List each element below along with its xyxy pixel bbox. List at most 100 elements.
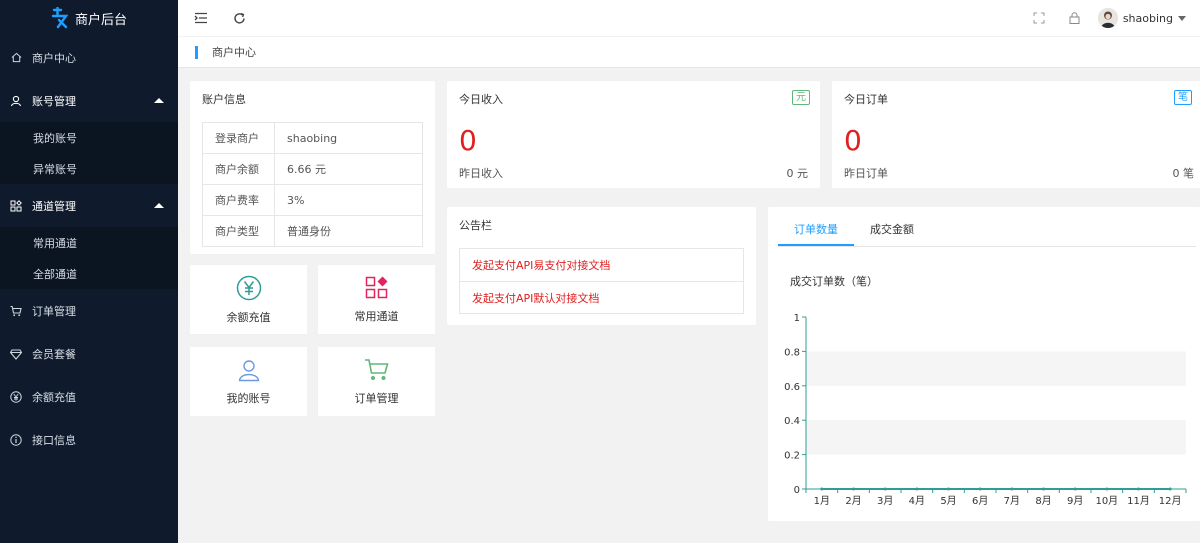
sidebar-item-recharge[interactable]: 余额充值 bbox=[0, 375, 178, 418]
diamond-icon bbox=[10, 348, 22, 360]
notice-list: 发起支付API易支付对接文档 发起支付API默认对接文档 bbox=[459, 248, 744, 314]
today-income-card: 今日收入 元 0 昨日收入 0 元 bbox=[447, 81, 820, 188]
row-value: 3% bbox=[274, 184, 423, 216]
home-icon bbox=[10, 52, 22, 64]
tile-label: 常用通道 bbox=[354, 309, 399, 323]
y-tick-label: 1 bbox=[794, 313, 800, 324]
tile-order-management[interactable]: 订单管理 bbox=[318, 347, 435, 416]
chevron-down-icon bbox=[1178, 15, 1186, 21]
account-info-title: 账户信息 bbox=[202, 93, 246, 106]
refresh-icon[interactable] bbox=[224, 3, 254, 33]
x-tick-label: 11月 bbox=[1127, 495, 1150, 507]
submenu-account: 我的账号 异常账号 bbox=[0, 122, 178, 184]
lock-icon[interactable] bbox=[1060, 3, 1090, 33]
income-unit-badge: 元 bbox=[792, 90, 810, 105]
info-icon bbox=[10, 433, 22, 446]
yen-icon bbox=[10, 390, 22, 403]
data-point bbox=[1042, 487, 1045, 491]
tile-recharge[interactable]: 余额充值 bbox=[190, 265, 307, 334]
row-value: 6.66 元 bbox=[274, 153, 423, 185]
sidebar-item-label: 账号管理 bbox=[32, 94, 76, 108]
row-label: 登录商户 bbox=[202, 122, 275, 154]
yesterday-orders-value: 0 笔 bbox=[1172, 167, 1195, 180]
breadcrumb-marker bbox=[195, 45, 198, 59]
row-label: 商户费率 bbox=[202, 184, 275, 216]
sidebar-item-label: 通道管理 bbox=[32, 199, 76, 213]
sidebar-item-common-channels[interactable]: 常用通道 bbox=[0, 227, 178, 258]
data-point bbox=[1168, 487, 1172, 491]
account-info-card: 账户信息 登录商户 shaobing 商户余额 6.66 元 商户费率 3% 商户类型… bbox=[190, 81, 435, 254]
data-point bbox=[978, 487, 982, 491]
avatar bbox=[1097, 8, 1118, 28]
row-label: 商户类型 bbox=[202, 215, 275, 247]
x-tick-label: 4月 bbox=[909, 495, 925, 507]
x-tick-label: 8月 bbox=[1035, 495, 1051, 507]
user-icon bbox=[10, 95, 22, 107]
orders-footer: 昨日订单 0 笔 bbox=[844, 165, 1194, 181]
row-label: 商户余额 bbox=[202, 153, 275, 185]
y-tick-label: 0 bbox=[794, 485, 800, 496]
chevron-up-icon bbox=[154, 98, 164, 103]
tile-my-account[interactable]: 我的账号 bbox=[190, 347, 307, 416]
breadcrumb-current[interactable]: 商户中心 bbox=[212, 44, 256, 60]
x-tick-label: 7月 bbox=[1004, 495, 1020, 507]
tab-transaction-amount[interactable]: 成交金额 bbox=[854, 219, 930, 246]
order-count-line-chart: 00.20.40.60.811月 2月 3月 4月 5月 6月 7月 8月 9月 10月 11月 12… bbox=[784, 313, 1187, 507]
sidebar-item-label: 会员套餐 bbox=[32, 347, 76, 361]
table-row: 商户费率 3% bbox=[202, 184, 423, 216]
fullscreen-icon[interactable] bbox=[1024, 3, 1054, 33]
sidebar-item-my-account[interactable]: 我的账号 bbox=[0, 122, 178, 153]
yesterday-income-value: 0 元 bbox=[786, 167, 809, 180]
notice-card: 公告栏 发起支付API易支付对接文档 发起支付API默认对接文档 bbox=[447, 207, 756, 325]
y-tick-label: 0.6 bbox=[784, 382, 800, 393]
tile-label: 我的账号 bbox=[226, 391, 271, 405]
sidebar-item-membership[interactable]: 会员套餐 bbox=[0, 332, 178, 375]
notice-title: 公告栏 bbox=[459, 219, 492, 232]
sidebar-item-all-channels[interactable]: 全部通道 bbox=[0, 258, 178, 289]
chart-card: 订单数量 成交金额 成交订单数（笔） 0 0.2 0.4 0.6 0.8 1 1月 2月 3月 4… bbox=[768, 207, 1200, 521]
data-point bbox=[1105, 487, 1109, 491]
tab-order-count[interactable]: 订单数量 bbox=[778, 219, 854, 246]
x-tick-label: 3月 bbox=[877, 495, 893, 507]
tile-common-channels[interactable]: 常用通道 bbox=[318, 265, 435, 334]
user-menu[interactable]: shaobing bbox=[1097, 8, 1186, 28]
y-tick-label: 0.2 bbox=[784, 451, 800, 462]
menu-toggle-icon[interactable] bbox=[186, 3, 216, 33]
sidebar-item-label: 接口信息 bbox=[32, 433, 76, 447]
data-point bbox=[883, 487, 887, 491]
apps-grid-icon bbox=[365, 276, 387, 298]
sidebar-item-abnormal-account[interactable]: 异常账号 bbox=[0, 153, 178, 184]
income-value: 0 bbox=[459, 124, 477, 157]
cart-icon bbox=[10, 305, 22, 317]
sidebar-item-label: 订单管理 bbox=[32, 304, 76, 318]
sidebar-item-merchant-center[interactable]: 商户中心 bbox=[0, 36, 178, 79]
notice-link[interactable]: 发起支付API易支付对接文档 bbox=[460, 249, 743, 281]
data-point bbox=[852, 487, 855, 491]
x-tick-label: 12月 bbox=[1159, 495, 1182, 507]
sidebar-item-order-management[interactable]: 订单管理 bbox=[0, 289, 178, 332]
brand[interactable]: 商户后台 bbox=[0, 0, 178, 36]
apps-icon bbox=[10, 199, 22, 212]
data-point bbox=[1073, 487, 1077, 491]
grid-band bbox=[806, 420, 1186, 455]
sidebar-item-api-info[interactable]: 接口信息 bbox=[0, 418, 178, 461]
x-tick-label: 9月 bbox=[1067, 495, 1083, 507]
y-tick-label: 0.4 bbox=[784, 416, 800, 427]
brand-logo-icon bbox=[51, 7, 69, 29]
x-tick-label: 2月 bbox=[845, 495, 861, 507]
cart-icon bbox=[364, 358, 389, 380]
notice-link[interactable]: 发起支付API默认对接文档 bbox=[460, 281, 743, 313]
sidebar-item-account-management[interactable]: 账号管理 bbox=[0, 79, 178, 122]
income-footer: 昨日收入 0 元 bbox=[459, 165, 808, 181]
grid-band bbox=[806, 351, 1186, 386]
table-row: 商户类型 普通身份 bbox=[202, 215, 423, 247]
today-orders-card: 今日订单 笔 0 昨日订单 0 笔 bbox=[832, 81, 1200, 188]
sidebar-item-label: 余额充值 bbox=[32, 390, 76, 404]
row-value: shaobing bbox=[274, 122, 423, 154]
chevron-up-icon bbox=[154, 203, 164, 208]
chart-title: 成交订单数（笔） bbox=[790, 275, 878, 288]
sidebar-item-channel-management[interactable]: 通道管理 bbox=[0, 184, 178, 227]
yesterday-income-label: 昨日收入 bbox=[459, 167, 503, 180]
data-point bbox=[1137, 487, 1140, 491]
user-icon bbox=[238, 359, 259, 381]
